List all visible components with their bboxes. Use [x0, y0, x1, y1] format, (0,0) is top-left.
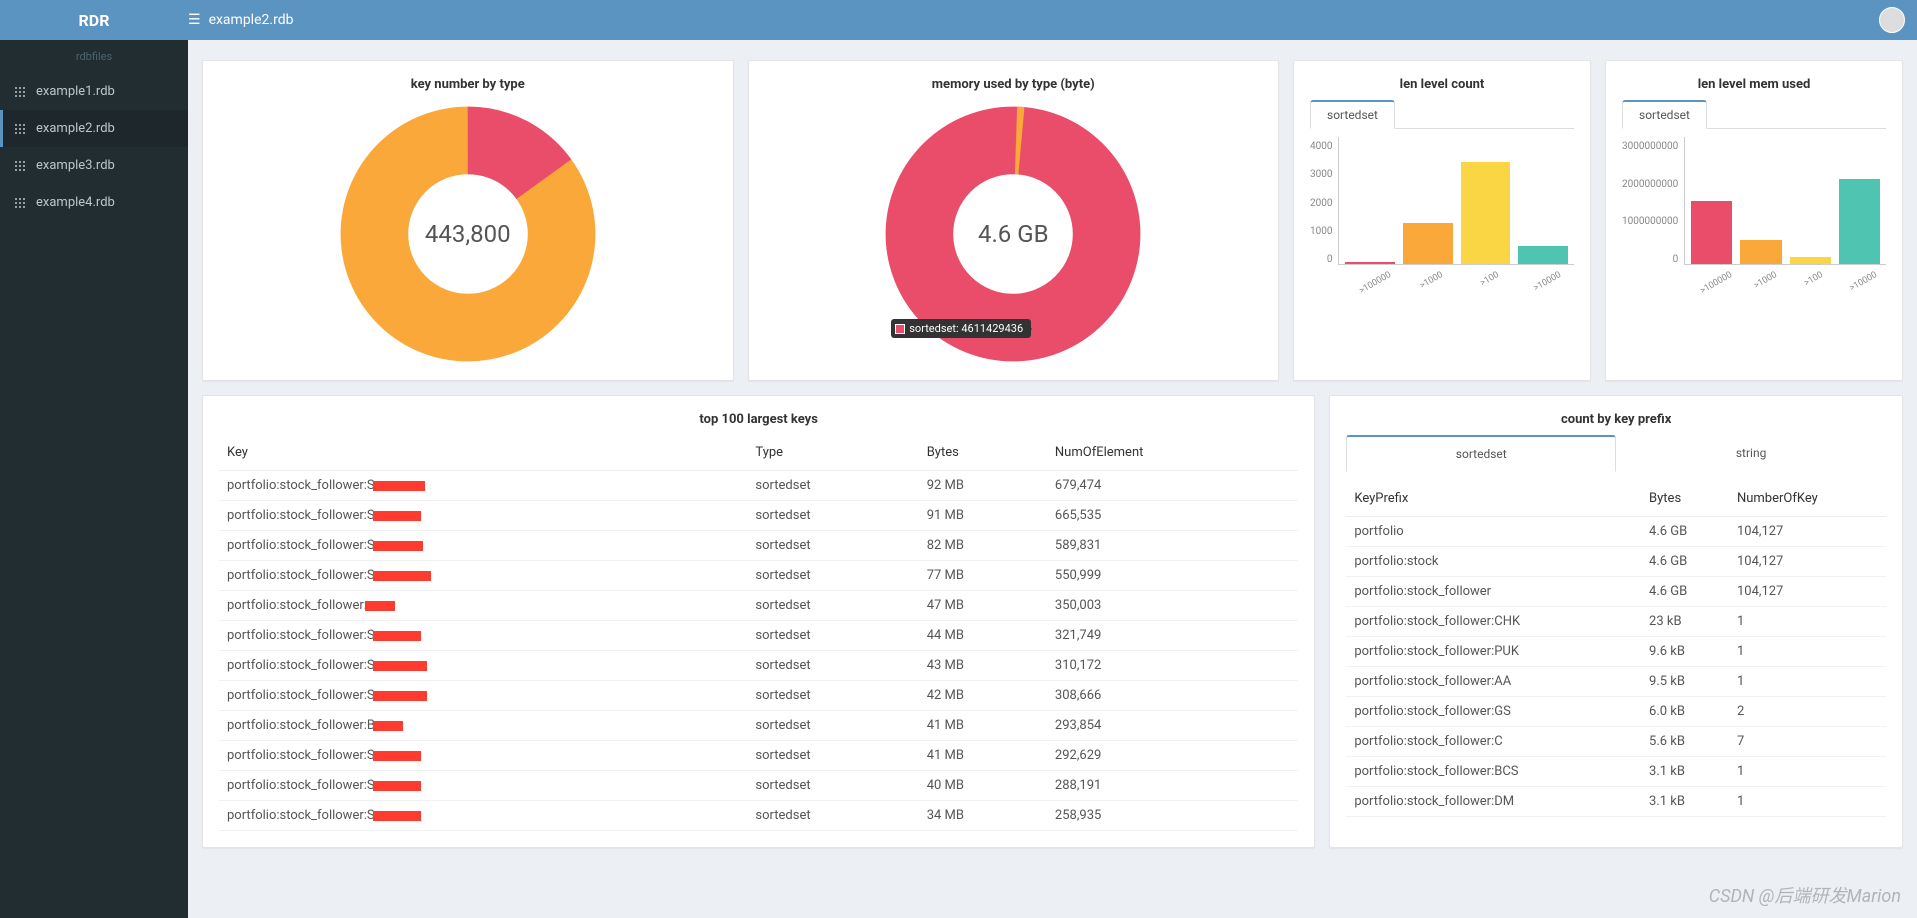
table-header[interactable]: Type	[747, 435, 918, 471]
table-row[interactable]: portfolio4.6 GB104,127	[1346, 517, 1886, 547]
table-row[interactable]: portfolio:stock_follower:Ssortedset92 MB…	[219, 471, 1298, 501]
table-row[interactable]: portfolio:stock_follower:C5.6 kB7	[1346, 727, 1886, 757]
table-row[interactable]: portfolio:stock_follower:GS6.0 kB2	[1346, 697, 1886, 727]
grid-icon	[14, 197, 26, 209]
donut-chart[interactable]: 4.6 GB sortedset: 4611429436	[883, 104, 1143, 364]
table-row[interactable]: portfolio:stock_follower:PUK9.6 kB1	[1346, 637, 1886, 667]
tab-sortedset[interactable]: sortedset	[1310, 100, 1395, 129]
table-card-largest-keys: top 100 largest keys KeyTypeBytesNumOfEl…	[202, 395, 1315, 848]
bar[interactable]	[1518, 246, 1568, 264]
app-logo[interactable]: RDR	[0, 11, 188, 30]
sidebar-item-example4-rdb[interactable]: example4.rdb	[0, 184, 188, 221]
bar[interactable]	[1839, 179, 1880, 264]
table-row[interactable]: portfolio:stock_follower:Ssortedset91 MB…	[219, 501, 1298, 531]
sidebar-item-example1-rdb[interactable]: example1.rdb	[0, 73, 188, 110]
sidebar-item-label: example4.rdb	[36, 195, 115, 210]
bar-chart[interactable]: 40003000200010000 >100000>1000>100>10000	[1310, 137, 1574, 287]
card-title: count by key prefix	[1346, 412, 1886, 427]
bar-label: >1000	[1419, 270, 1446, 291]
avatar[interactable]	[1879, 7, 1905, 33]
table-row[interactable]: portfolio:stock_follower:Bsortedset41 MB…	[219, 711, 1298, 741]
table-card-prefix-count: count by key prefix sortedset string Key…	[1329, 395, 1903, 848]
bar[interactable]	[1403, 223, 1453, 264]
table-row[interactable]: portfolio:stock_follower:Ssortedset44 MB…	[219, 621, 1298, 651]
table-row[interactable]: portfolio:stock_follower:DM3.1 kB1	[1346, 787, 1886, 817]
sidebar-item-example2-rdb[interactable]: example2.rdb	[0, 110, 188, 147]
table-header[interactable]: Bytes	[919, 435, 1047, 471]
table-header[interactable]: NumOfElement	[1047, 435, 1298, 471]
bar-label: >10000	[1532, 270, 1563, 294]
donut-center-value: 443,800	[338, 104, 598, 364]
bar-chart[interactable]: 3000000000200000000010000000000 >100000>…	[1622, 137, 1886, 287]
bar-card-len-mem: len level mem used sortedset 30000000002…	[1605, 60, 1903, 381]
table-row[interactable]: portfolio:stock_follower:sortedset47 MB3…	[219, 591, 1298, 621]
table-row[interactable]: portfolio:stock_follower:Ssortedset34 MB…	[219, 801, 1298, 831]
table-row[interactable]: portfolio:stock_follower:Ssortedset42 MB…	[219, 681, 1298, 711]
prefix-table: KeyPrefixBytesNumberOfKey portfolio4.6 G…	[1346, 481, 1886, 817]
table-header[interactable]: KeyPrefix	[1346, 481, 1641, 517]
tab-sortedset[interactable]: sortedset	[1346, 435, 1616, 472]
table-row[interactable]: portfolio:stock4.6 GB104,127	[1346, 547, 1886, 577]
card-title: len level count	[1310, 77, 1574, 92]
sidebar-item-label: example2.rdb	[36, 121, 115, 136]
content: key number by type 443,800 memory used b…	[188, 40, 1917, 918]
table-row[interactable]: portfolio:stock_follower:Ssortedset41 MB…	[219, 741, 1298, 771]
table-row[interactable]: portfolio:stock_follower:CHK23 kB1	[1346, 607, 1886, 637]
chart-tooltip: sortedset: 4611429436	[891, 319, 1031, 338]
table-row[interactable]: portfolio:stock_follower4.6 GB104,127	[1346, 577, 1886, 607]
tab-strip: sortedset	[1310, 100, 1574, 129]
bar-label: >1000	[1752, 270, 1779, 291]
sidebar-item-example3-rdb[interactable]: example3.rdb	[0, 147, 188, 184]
table-row[interactable]: portfolio:stock_follower:BCS3.1 kB1	[1346, 757, 1886, 787]
sidebar: rdbfiles example1.rdb example2.rdb example…	[0, 40, 188, 918]
tab-strip: sortedset string	[1346, 435, 1886, 471]
tab-sortedset[interactable]: sortedset	[1622, 100, 1707, 129]
table-row[interactable]: portfolio:stock_follower:Ssortedset82 MB…	[219, 531, 1298, 561]
bar-card-len-count: len level count sortedset 40003000200010…	[1293, 60, 1591, 381]
donut-chart[interactable]: 443,800	[338, 104, 598, 364]
table-header[interactable]: Key	[219, 435, 747, 471]
table-header[interactable]: Bytes	[1641, 481, 1729, 517]
tab-string[interactable]: string	[1616, 435, 1886, 471]
sidebar-item-label: example1.rdb	[36, 84, 115, 99]
grid-icon	[14, 86, 26, 98]
sidebar-item-label: example3.rdb	[36, 158, 115, 173]
bar[interactable]	[1790, 257, 1831, 264]
bar[interactable]	[1461, 162, 1511, 264]
card-title: len level mem used	[1622, 77, 1886, 92]
table-row[interactable]: portfolio:stock_follower:AA9.5 kB1	[1346, 667, 1886, 697]
donut-card-memory: memory used by type (byte) 4.6 GB sorted…	[748, 60, 1280, 381]
bar[interactable]	[1691, 201, 1732, 264]
bar-label: >100	[1478, 270, 1500, 289]
table-row[interactable]: portfolio:stock_follower:Ssortedset77 MB…	[219, 561, 1298, 591]
largest-keys-table: KeyTypeBytesNumOfElement portfolio:stock…	[219, 435, 1298, 831]
card-title: memory used by type (byte)	[932, 77, 1095, 92]
menu-toggle-icon[interactable]: ☰	[188, 12, 201, 28]
grid-icon	[14, 160, 26, 172]
bar-label: >100	[1803, 270, 1825, 289]
donut-card-key-count: key number by type 443,800	[202, 60, 734, 381]
bar[interactable]	[1740, 240, 1781, 264]
bar-label: >10000	[1848, 270, 1879, 294]
bar[interactable]	[1345, 262, 1395, 264]
topbar: RDR ☰ example2.rdb	[0, 0, 1917, 40]
bar-label: >100000	[1357, 270, 1392, 296]
card-title: key number by type	[411, 77, 525, 92]
sidebar-header: rdbfiles	[0, 40, 188, 73]
tab-strip: sortedset	[1622, 100, 1886, 129]
table-header[interactable]: NumberOfKey	[1729, 481, 1886, 517]
table-row[interactable]: portfolio:stock_follower:Ssortedset43 MB…	[219, 651, 1298, 681]
table-row[interactable]: portfolio:stock_follower:Ssortedset40 MB…	[219, 771, 1298, 801]
grid-icon	[14, 123, 26, 135]
card-title: top 100 largest keys	[219, 412, 1298, 427]
bar-label: >100000	[1699, 270, 1734, 296]
current-file: example2.rdb	[209, 12, 294, 28]
